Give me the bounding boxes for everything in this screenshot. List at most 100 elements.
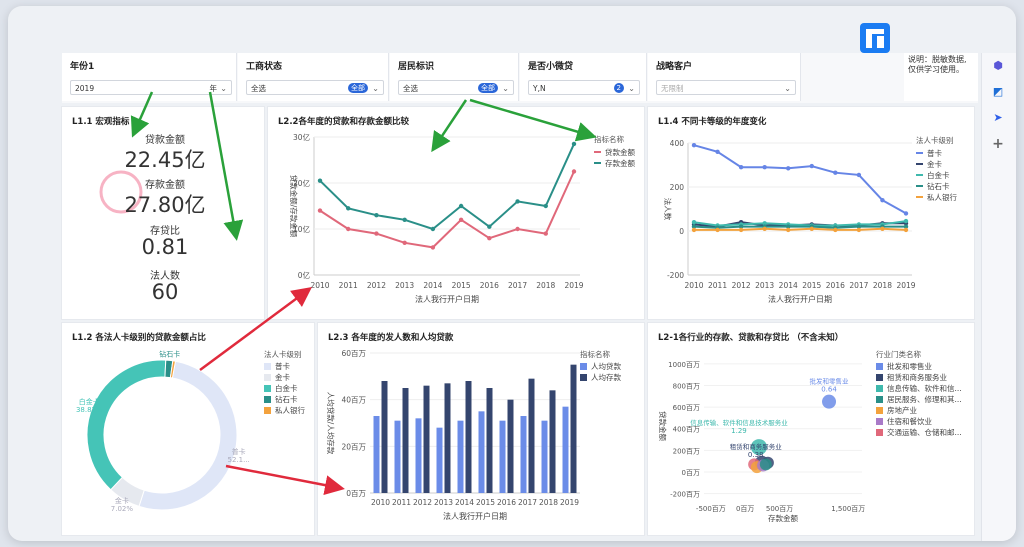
bar — [402, 388, 409, 493]
x-tick-label: 2016 — [826, 281, 845, 290]
y-tick-label: 0 — [679, 227, 684, 236]
bar — [486, 388, 493, 493]
select-value: 2019 — [75, 84, 95, 93]
series-line — [319, 143, 575, 231]
x-axis-title: 法人我行开户日期 — [443, 511, 507, 521]
y-axis-title: 人均贷款/人均存款 — [326, 392, 336, 455]
scatter-point — [822, 394, 837, 409]
x-tick-label: 2016 — [480, 281, 499, 290]
series-line — [693, 225, 906, 229]
data-point — [833, 227, 838, 233]
filter-label: 居民标识 — [398, 62, 435, 72]
kpi-panel: L1.1 宏观指标 贷款金额 22.45亿 存款金额 27.80亿 存贷比 0.… — [62, 107, 264, 319]
card-level-donut-chart: 普卡52.1...金卡7.02%白金卡38.82%钻石卡 法人卡级别普卡金卡白金卡… — [76, 349, 306, 513]
bar — [423, 385, 430, 493]
y-tick-label: 0亿 — [298, 270, 311, 280]
point-name-label: 批发和零售业 — [810, 377, 850, 386]
legend-label: 白金卡 — [275, 383, 298, 393]
send-icon[interactable]: ➤ — [991, 111, 1005, 125]
outlook-icon[interactable]: ◩ — [991, 85, 1005, 99]
legend-swatch — [876, 418, 883, 425]
scatter-point — [759, 458, 772, 471]
chevron-down-icon: ⌄ — [372, 84, 379, 93]
data-point — [856, 227, 862, 233]
kpi-value-deposit: 27.80亿 — [124, 193, 206, 217]
filter-business-status: 工商状态 全选 全部 ⌄ — [238, 53, 389, 101]
select-suffix: 年 — [209, 84, 218, 93]
industry-scatter-chart: -200百万0百万200百万400百万600百万800百万1000百万-500百… — [658, 349, 962, 523]
donut-slice — [138, 360, 238, 511]
legend-label: 人均贷款 — [591, 361, 621, 371]
bar — [465, 381, 472, 493]
y-tick-label: 20百万 — [341, 442, 366, 451]
bar — [478, 411, 485, 493]
bar — [570, 364, 577, 493]
x-tick-label: 2019 — [560, 498, 579, 507]
legend-label: 金卡 — [275, 372, 290, 382]
legend-label: 住宿和餐饮业 — [887, 416, 932, 426]
filter-year: 年份1 2019 年 ⌄ — [62, 53, 237, 101]
data-point — [809, 163, 814, 169]
legend-label: 房地产业 — [887, 405, 917, 415]
donut-slice — [86, 359, 167, 491]
x-tick-label: 2019 — [896, 281, 915, 290]
y-tick-label: 60百万 — [341, 349, 366, 358]
business-status-select[interactable]: 全选 全部 ⌄ — [246, 80, 384, 95]
micro-loan-select[interactable]: Y,N 2 ⌄ — [528, 80, 640, 95]
slice-label: 金卡 — [115, 496, 129, 505]
select-value: 全选 — [251, 84, 266, 93]
hexagon-icon[interactable]: ⬢ — [991, 59, 1005, 73]
bar — [444, 383, 451, 493]
point-value-label: 0.38 — [748, 451, 764, 459]
data-point — [346, 206, 351, 211]
data-point — [430, 226, 436, 232]
legend-title: 行业门类名称 — [876, 349, 921, 359]
loan-deposit-line-panel: L2.2各年度的贷款和存款金额比较 0亿 10亿 20亿 30亿 2010 2011 201… — [268, 107, 644, 319]
data-point — [374, 213, 379, 218]
data-point — [762, 165, 767, 170]
kpi-value-corp-count: 60 — [151, 280, 179, 304]
data-point — [738, 227, 744, 233]
filter-label: 工商状态 — [246, 62, 283, 72]
y-axis-title: 法人数 — [663, 198, 673, 221]
data-point — [738, 165, 744, 170]
x-tick-label: 2017 — [518, 498, 537, 507]
legend-swatch — [876, 385, 883, 392]
x-axis-title: 法人我行开户日期 — [768, 294, 832, 304]
legend-title: 法人卡级别 — [916, 135, 954, 145]
resident-select[interactable]: 全选 全部 ⌄ — [398, 80, 514, 95]
data-point — [833, 170, 838, 175]
bar — [541, 420, 548, 493]
legend-label: 居民服务、修理和其... — [887, 394, 962, 404]
card-level-donut-panel: L1.2 各法人卡级别的贷款金额占比 普卡 52.1... 金卡 7.02% 白金卡 38… — [62, 323, 314, 535]
data-point — [786, 166, 791, 171]
x-tick-label: 2017 — [849, 281, 868, 290]
legend-swatch — [876, 407, 883, 414]
strategic-customer-select[interactable]: 无限制 ⌄ — [656, 80, 796, 95]
year-select[interactable]: 2019 年 ⌄ — [70, 80, 232, 95]
legend-swatch — [264, 385, 271, 392]
bar — [436, 427, 443, 493]
right-toolbar: ⬢ ◩ ➤ + — [981, 53, 1016, 541]
y-tick-label: 0百万 — [346, 489, 366, 498]
add-icon[interactable]: + — [991, 137, 1005, 151]
y-tick-label: 200 — [670, 183, 685, 192]
x-tick-label: 2011 — [392, 498, 411, 507]
select-value: 全选 — [403, 84, 418, 93]
data-point — [458, 203, 464, 209]
x-tick-label: 2012 — [413, 498, 432, 507]
legend-swatch — [264, 396, 271, 403]
chevron-down-icon: ⌄ — [220, 84, 227, 93]
legend-swatch — [876, 429, 883, 436]
legend-label: 租赁和商务服务业 — [887, 372, 947, 382]
legend-label: 存款金额 — [605, 158, 635, 168]
legend-swatch — [876, 396, 883, 403]
data-point — [458, 217, 464, 222]
legend-label: 白金卡 — [927, 170, 950, 180]
data-point — [402, 240, 407, 245]
legend-swatch — [580, 374, 587, 381]
data-point — [903, 227, 909, 233]
legend-label: 私人银行 — [275, 405, 305, 415]
x-tick-label: 2017 — [508, 281, 527, 290]
data-point — [691, 143, 697, 148]
